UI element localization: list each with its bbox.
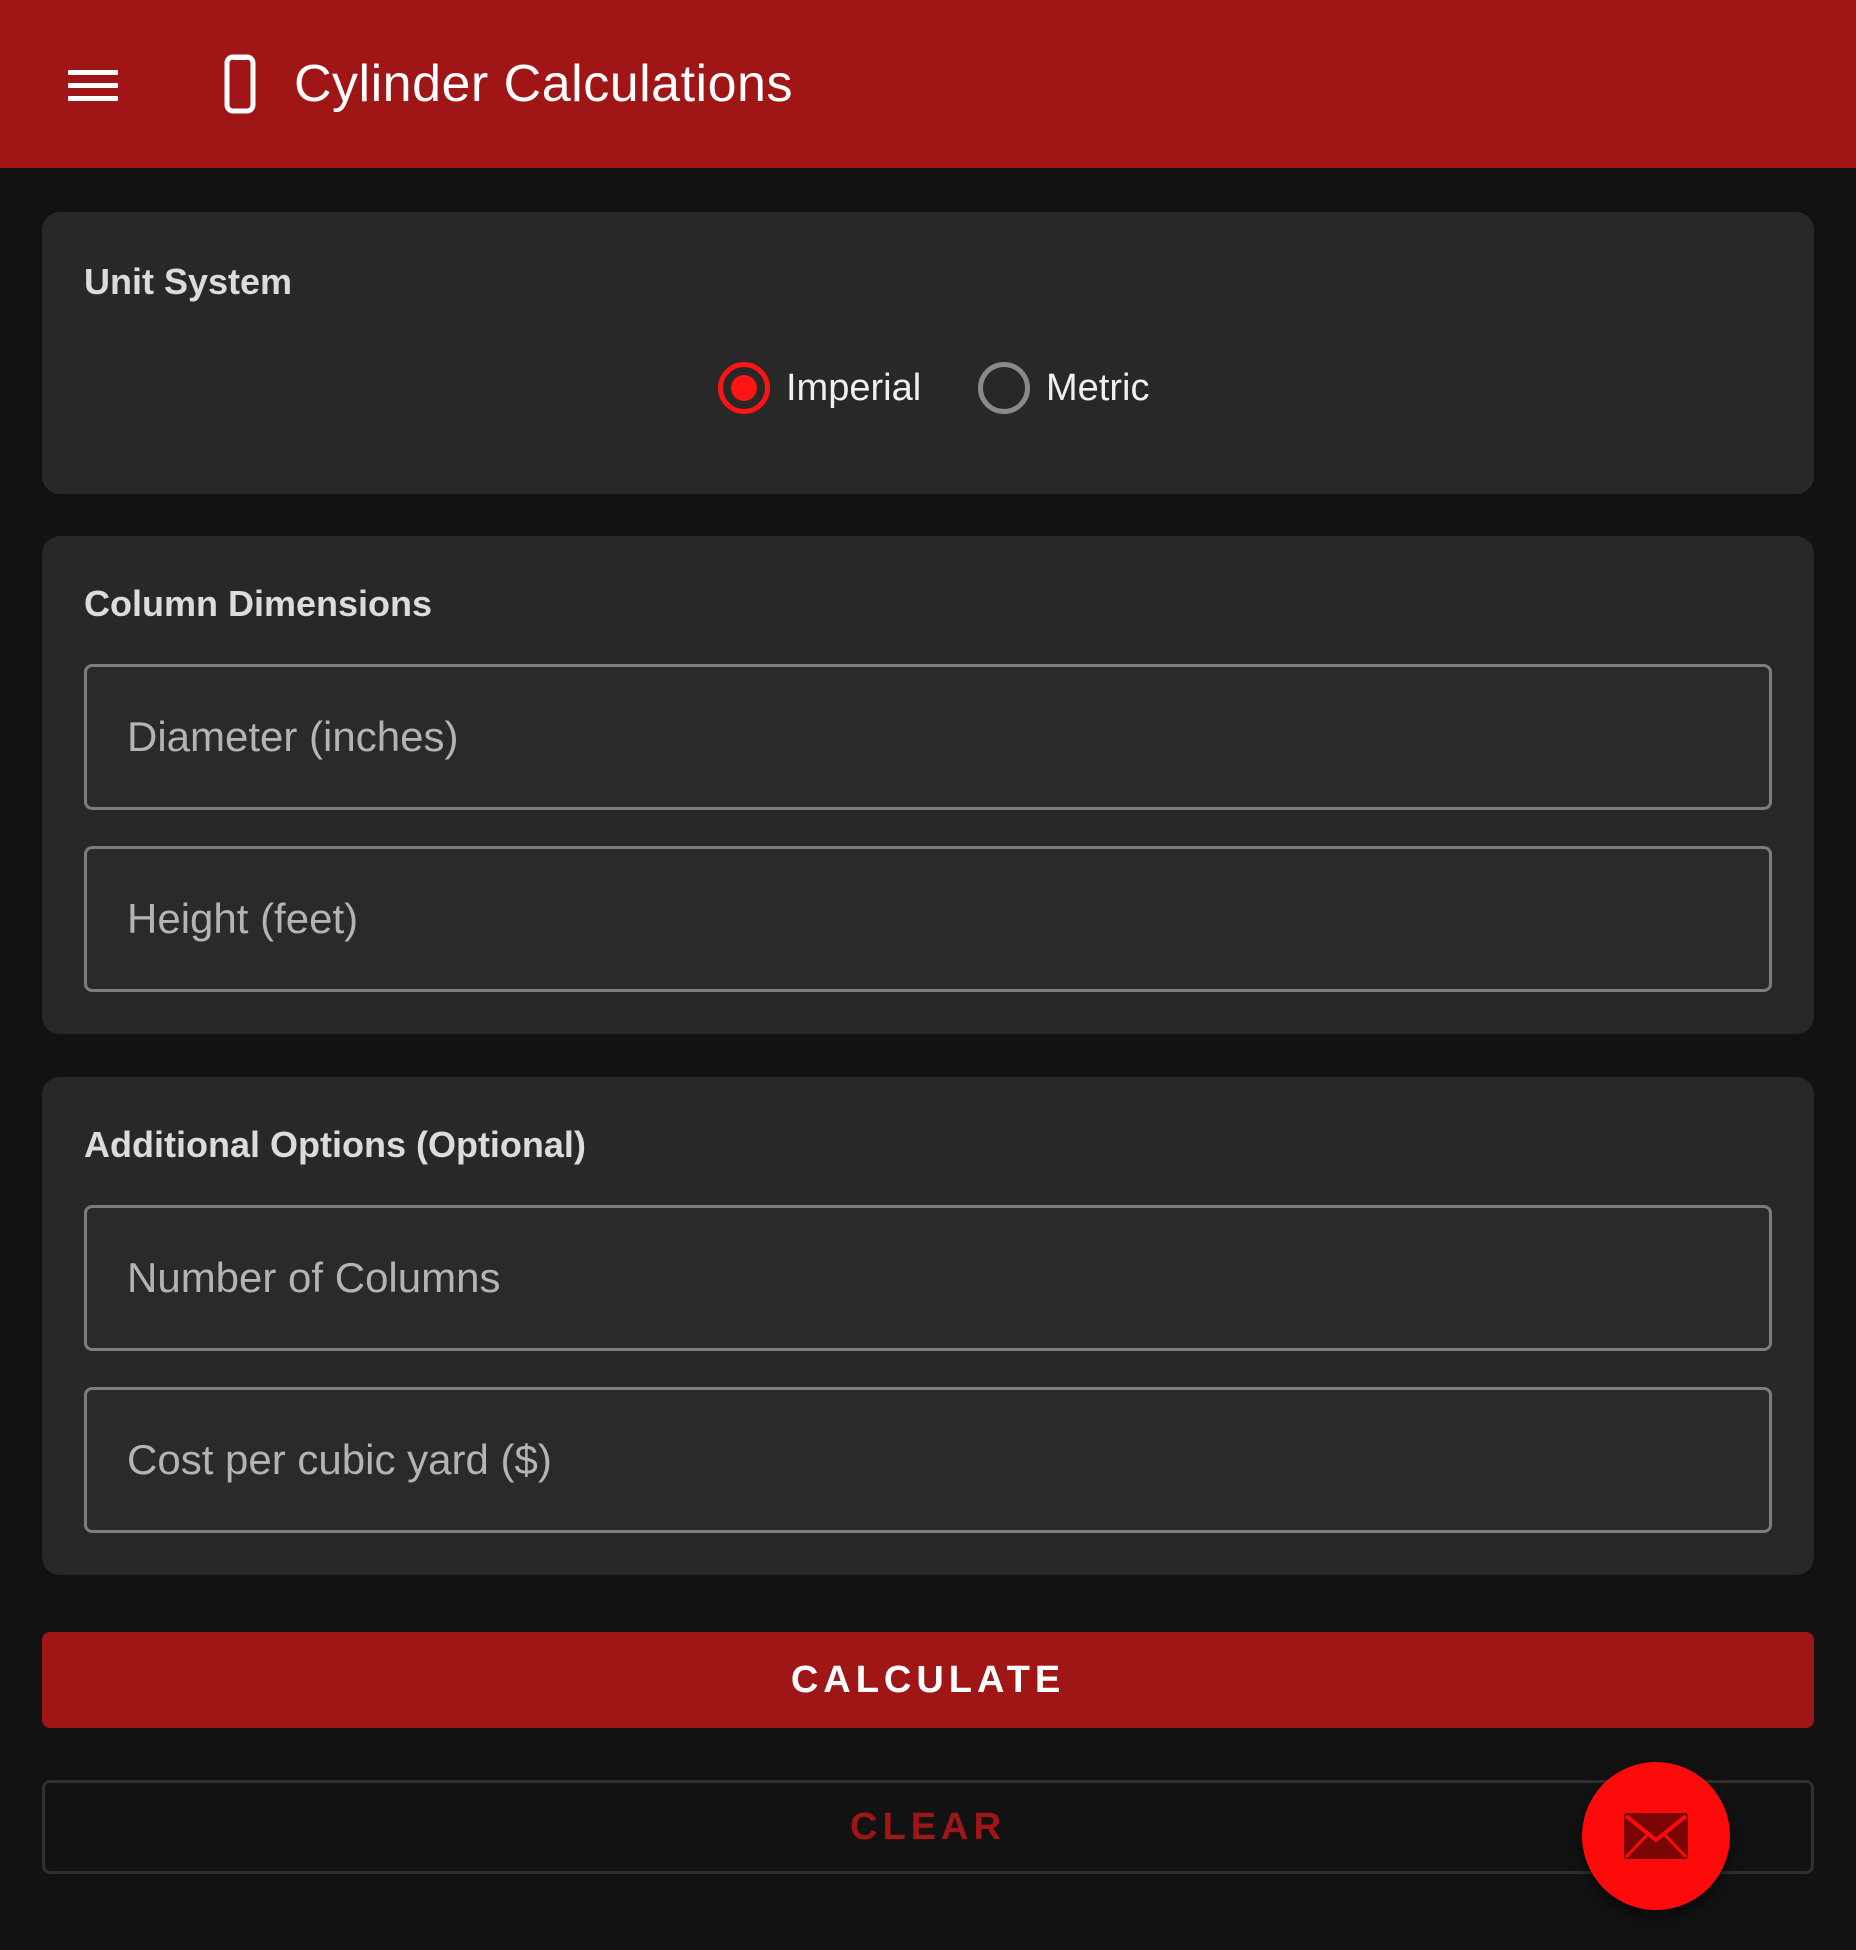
height-field[interactable] [84, 846, 1772, 992]
additional-options-title: Additional Options (Optional) [84, 1124, 586, 1165]
unit-system-title: Unit System [84, 261, 293, 302]
column-dimensions-title: Column Dimensions [84, 583, 433, 624]
hamburger-menu-icon[interactable] [60, 58, 128, 110]
height-input[interactable] [87, 849, 1769, 989]
cost-per-cubic-yard-input[interactable] [87, 1390, 1769, 1530]
app-bar: Cylinder Calculations [0, 0, 1856, 168]
number-of-columns-field[interactable] [84, 1205, 1772, 1351]
radio-metric[interactable]: Metric [978, 358, 1149, 418]
email-fab-button[interactable] [1582, 1762, 1730, 1910]
page-title: Cylinder Calculations [294, 55, 793, 113]
radio-imperial[interactable]: Imperial [718, 358, 921, 418]
email-icon [1624, 1813, 1688, 1859]
additional-options-card: Additional Options (Optional) [42, 1077, 1814, 1575]
cost-per-cubic-yard-field[interactable] [84, 1387, 1772, 1533]
diameter-input[interactable] [87, 667, 1769, 807]
radio-unselected-icon[interactable] [978, 362, 1030, 414]
column-dimensions-card: Column Dimensions [42, 536, 1814, 1034]
clear-button[interactable]: CLEAR [42, 1780, 1814, 1874]
radio-selected-icon[interactable] [718, 362, 770, 414]
unit-system-radio-group: Imperial Metric [42, 358, 1814, 418]
radio-metric-label[interactable]: Metric [1046, 364, 1149, 412]
calculate-button[interactable]: CALCULATE [42, 1632, 1814, 1728]
number-of-columns-input[interactable] [87, 1208, 1769, 1348]
unit-system-card: Unit System Imperial Metric [42, 212, 1814, 494]
diameter-field[interactable] [84, 664, 1772, 810]
radio-imperial-label[interactable]: Imperial [786, 364, 921, 412]
cylinder-icon [224, 54, 256, 114]
